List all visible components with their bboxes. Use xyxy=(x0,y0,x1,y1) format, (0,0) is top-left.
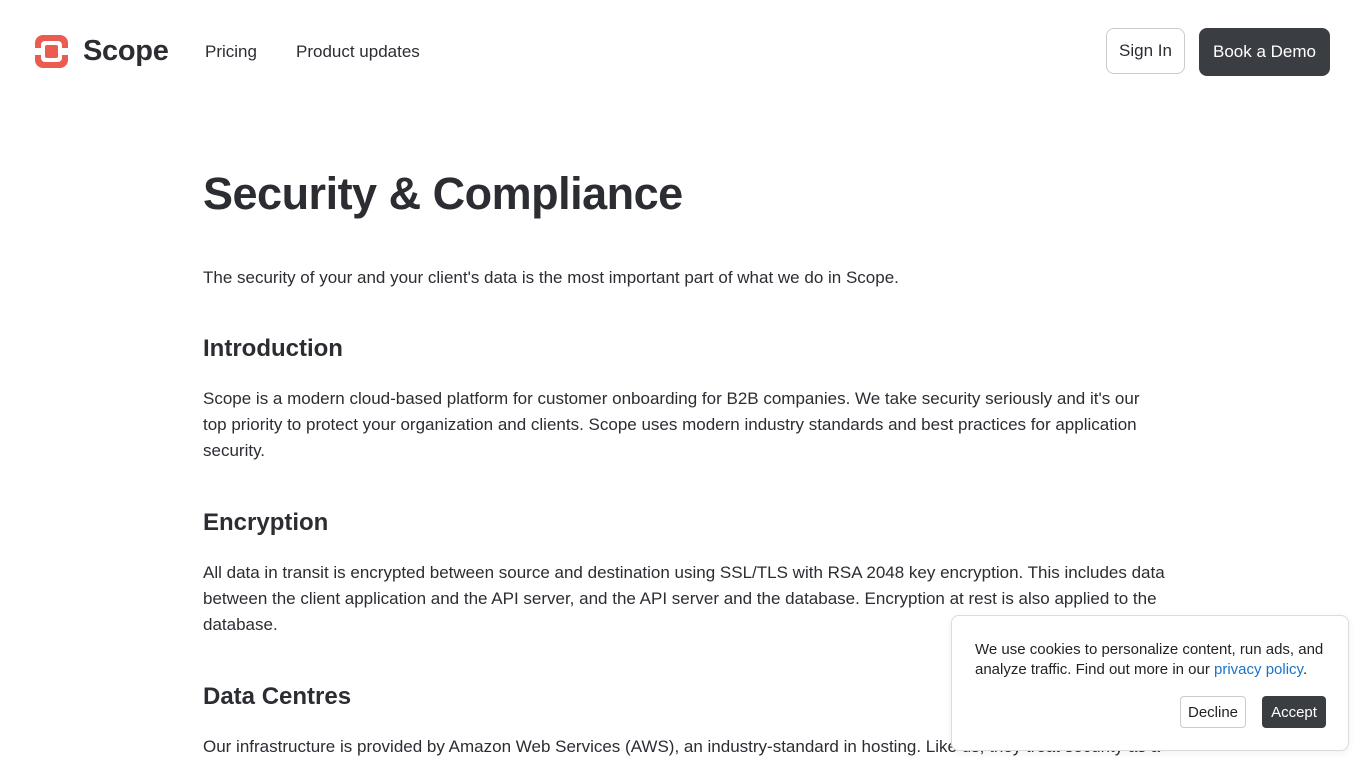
book-demo-button[interactable]: Book a Demo xyxy=(1199,28,1330,76)
nav-product-updates-link[interactable]: Product updates xyxy=(296,42,420,62)
page-title: Security & Compliance xyxy=(203,168,683,219)
logo-text: Scope xyxy=(83,35,169,67)
cookie-message-end: . xyxy=(1302,661,1308,678)
accept-cookies-button[interactable]: Accept xyxy=(1262,696,1326,728)
site-header: Scope Pricing Product updates Sign In Bo… xyxy=(0,0,1366,104)
decline-cookies-button[interactable]: Decline xyxy=(1180,696,1246,728)
section-heading-encryption: Encryption xyxy=(203,509,329,536)
scope-logo-icon xyxy=(35,35,68,68)
lead-paragraph: The security of your and your client's d… xyxy=(203,268,899,287)
nav-pricing-link[interactable]: Pricing xyxy=(205,42,257,62)
section-heading-data-centres: Data Centres xyxy=(203,683,352,710)
logo[interactable]: Scope xyxy=(35,35,169,68)
section-body-introduction: Scope is a modern cloud-based platform f… xyxy=(203,389,1140,460)
cookie-message: We use cookies to personalize content, r… xyxy=(975,640,1335,680)
privacy-policy-link[interactable]: privacy policy xyxy=(1214,661,1303,678)
cookie-banner: We use cookies to personalize content, r… xyxy=(951,615,1349,751)
section-heading-introduction: Introduction xyxy=(203,335,343,362)
sign-in-button[interactable]: Sign In xyxy=(1106,28,1185,74)
